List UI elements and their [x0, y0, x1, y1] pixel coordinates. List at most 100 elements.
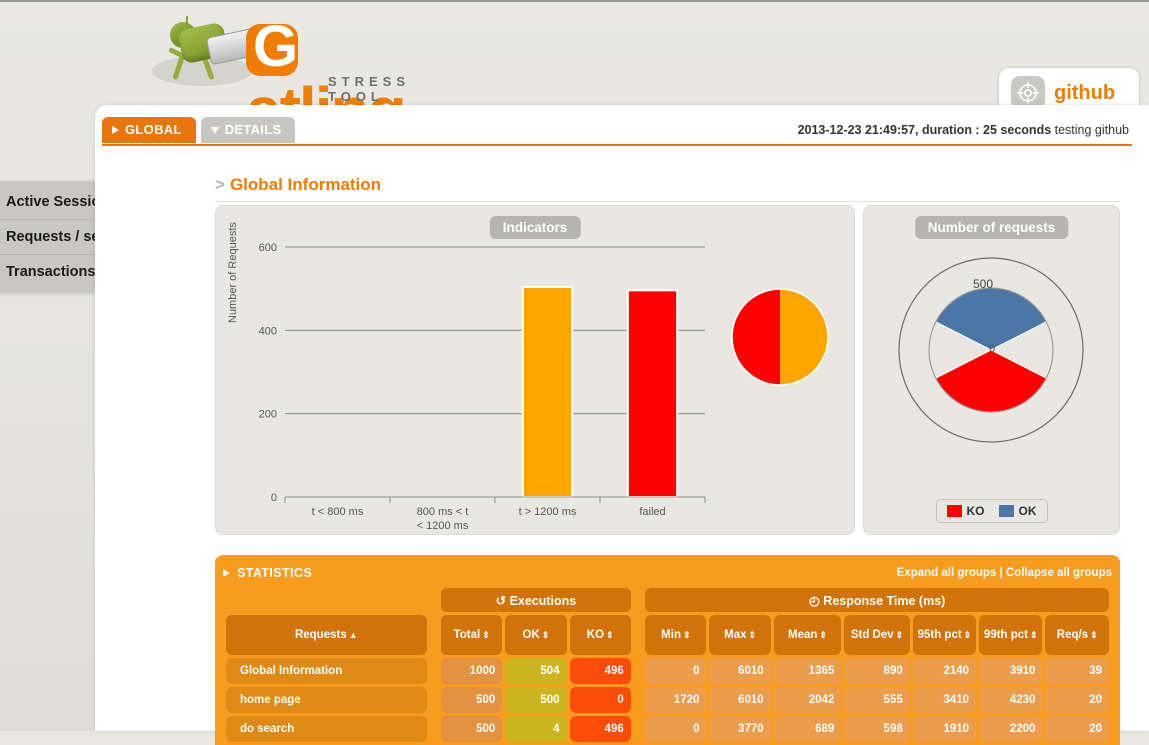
column-spacer: [634, 615, 642, 655]
column-header-std-dev-label: Std Dev: [850, 628, 894, 641]
statistics-table: ↺ Executions ◴ Response Time (ms) Reques…: [223, 585, 1112, 745]
table-row[interactable]: home page 500 500 0 1720 6010 2042 555 3410 4230 2…: [226, 687, 1109, 713]
svg-text:500: 500: [973, 277, 993, 291]
cell-max: 3770: [709, 716, 771, 742]
legend-label-ko: KO: [966, 504, 985, 518]
collapse-all-groups-link[interactable]: Collapse all groups: [1006, 567, 1112, 579]
svg-text:t < 800 ms: t < 800 ms: [312, 506, 364, 518]
table-row-name[interactable]: Global Information: [226, 658, 427, 684]
legend-item-ko[interactable]: KO: [946, 504, 985, 518]
logo-g-box: [246, 15, 298, 79]
cell-ko: 0: [569, 687, 631, 713]
tab-details-label: DETAILS: [224, 122, 282, 137]
row-spacer: [430, 716, 438, 742]
column-header-req-per-s[interactable]: Req/s ⇕: [1045, 615, 1109, 655]
cell-reqs: 20: [1045, 687, 1109, 713]
tab-global-label: GLOBAL: [125, 122, 182, 137]
statistics-table-body: Global Information 1000 504 496 0 6010 1365 890…: [226, 658, 1109, 742]
cell-ok: 4: [505, 716, 567, 742]
column-header-total-label: Total: [453, 628, 481, 641]
run-info-normal: testing github: [1051, 123, 1129, 137]
column-header-max-label: Max: [724, 628, 747, 641]
statistics-section: STATISTICS Expand all groups | Collapse …: [215, 555, 1120, 745]
tab-details[interactable]: DETAILS: [200, 117, 296, 143]
gatling-logo: atling STRESS TOOL: [150, 8, 440, 142]
legend-swatch-ko: [946, 505, 962, 517]
sort-icon: ⇕: [819, 629, 827, 640]
top-border: [0, 0, 1149, 2]
chevron-right-icon: >: [215, 175, 225, 194]
column-header-99th-pct[interactable]: 99th pct ⇕: [979, 615, 1043, 655]
column-header-95th-pct[interactable]: 95th pct ⇕: [912, 615, 977, 655]
statistics-group-header-row: ↺ Executions ◴ Response Time (ms): [226, 588, 1109, 612]
cell-p99: 2200: [979, 716, 1043, 742]
row-spacer: [430, 687, 438, 713]
requests-pie-card: Number of requests 500 0 KO OK: [863, 205, 1120, 535]
cell-min: 0: [645, 658, 707, 684]
cell-total: 1000: [441, 658, 503, 684]
group-header-response-time-label: Response Time (ms): [823, 593, 946, 608]
legend-swatch-ok: [998, 505, 1014, 517]
table-row-name[interactable]: do search: [226, 716, 427, 742]
legend-item-ok[interactable]: OK: [998, 504, 1037, 518]
table-row[interactable]: do search 500 4 496 0 3770 689 598 1910 2200 20: [226, 716, 1109, 742]
cell-stddev: 890: [844, 658, 910, 684]
tab-bar: GLOBAL DETAILS: [102, 117, 296, 143]
triangle-right-icon: [112, 126, 119, 134]
column-header-max[interactable]: Max ⇕: [709, 615, 771, 655]
page-title: > Global Information: [215, 175, 381, 195]
row-spacer: [634, 716, 642, 742]
table-row-name[interactable]: home page: [226, 687, 427, 713]
svg-text:0: 0: [271, 492, 277, 504]
svg-text:200: 200: [259, 409, 277, 421]
column-header-mean-label: Mean: [788, 628, 818, 641]
column-header-requests[interactable]: Requests ▲: [226, 615, 427, 655]
cell-p95: 3410: [912, 687, 977, 713]
requests-pie-title: Number of requests: [914, 216, 1069, 239]
svg-text:failed: failed: [639, 506, 665, 518]
row-spacer: [634, 658, 642, 684]
run-info-bold: 2013-12-23 21:49:57, duration : 25 secon…: [797, 123, 1052, 137]
group-spacer: [634, 588, 642, 612]
row-spacer: [634, 687, 642, 713]
column-header-min[interactable]: Min ⇕: [645, 615, 707, 655]
sort-icon: ⇕: [682, 629, 691, 640]
refresh-icon: ↺: [495, 593, 507, 608]
cell-total: 500: [441, 687, 503, 713]
cell-ok: 504: [505, 658, 567, 684]
column-header-ok-label: OK: [522, 628, 540, 641]
column-header-total[interactable]: Total ⇕: [441, 615, 503, 655]
tab-global[interactable]: GLOBAL: [102, 117, 196, 143]
group-header-executions: ↺ Executions: [441, 588, 631, 612]
cell-max: 6010: [709, 687, 771, 713]
title-divider: [215, 201, 1120, 202]
cell-stddev: 555: [844, 687, 910, 713]
sort-indicator-asc-icon: ▲: [348, 629, 358, 640]
gatling-gun-icon: [150, 16, 269, 88]
indicators-y-axis-label: Number of Requests: [227, 222, 239, 323]
cell-max: 6010: [709, 658, 771, 684]
cell-p95: 1910: [912, 716, 977, 742]
indicators-chart-title: Indicators: [489, 216, 581, 239]
sort-icon: ⇕: [482, 629, 490, 640]
sort-icon: ⇕: [1030, 629, 1038, 640]
triangle-down-icon: [210, 126, 219, 134]
row-spacer: [430, 658, 438, 684]
column-header-mean[interactable]: Mean ⇕: [773, 615, 842, 655]
sort-icon: ⇕: [963, 629, 972, 640]
column-header-std-dev[interactable]: Std Dev ⇕: [844, 615, 910, 655]
cell-ko: 496: [569, 658, 631, 684]
indicators-chart-svg: 0 200 400 600 t < 800 ms 800 ms < t < 1200 ms t…: [259, 242, 829, 532]
column-header-req-per-s-label: Req/s: [1056, 628, 1089, 641]
cell-reqs: 20: [1045, 716, 1109, 742]
sort-icon: ⇕: [748, 629, 757, 640]
expand-all-groups-link[interactable]: Expand all groups: [897, 567, 997, 579]
triangle-right-icon: [223, 569, 230, 577]
column-header-99th-pct-label: 99th pct: [983, 628, 1029, 641]
cell-reqs: 39: [1045, 658, 1109, 684]
cell-p99: 4230: [979, 687, 1043, 713]
table-row[interactable]: Global Information 1000 504 496 0 6010 1365 890…: [226, 658, 1109, 684]
column-header-ko[interactable]: KO ⇕: [569, 615, 631, 655]
column-header-ok[interactable]: OK ⇕: [505, 615, 567, 655]
cell-p95: 2140: [912, 658, 977, 684]
